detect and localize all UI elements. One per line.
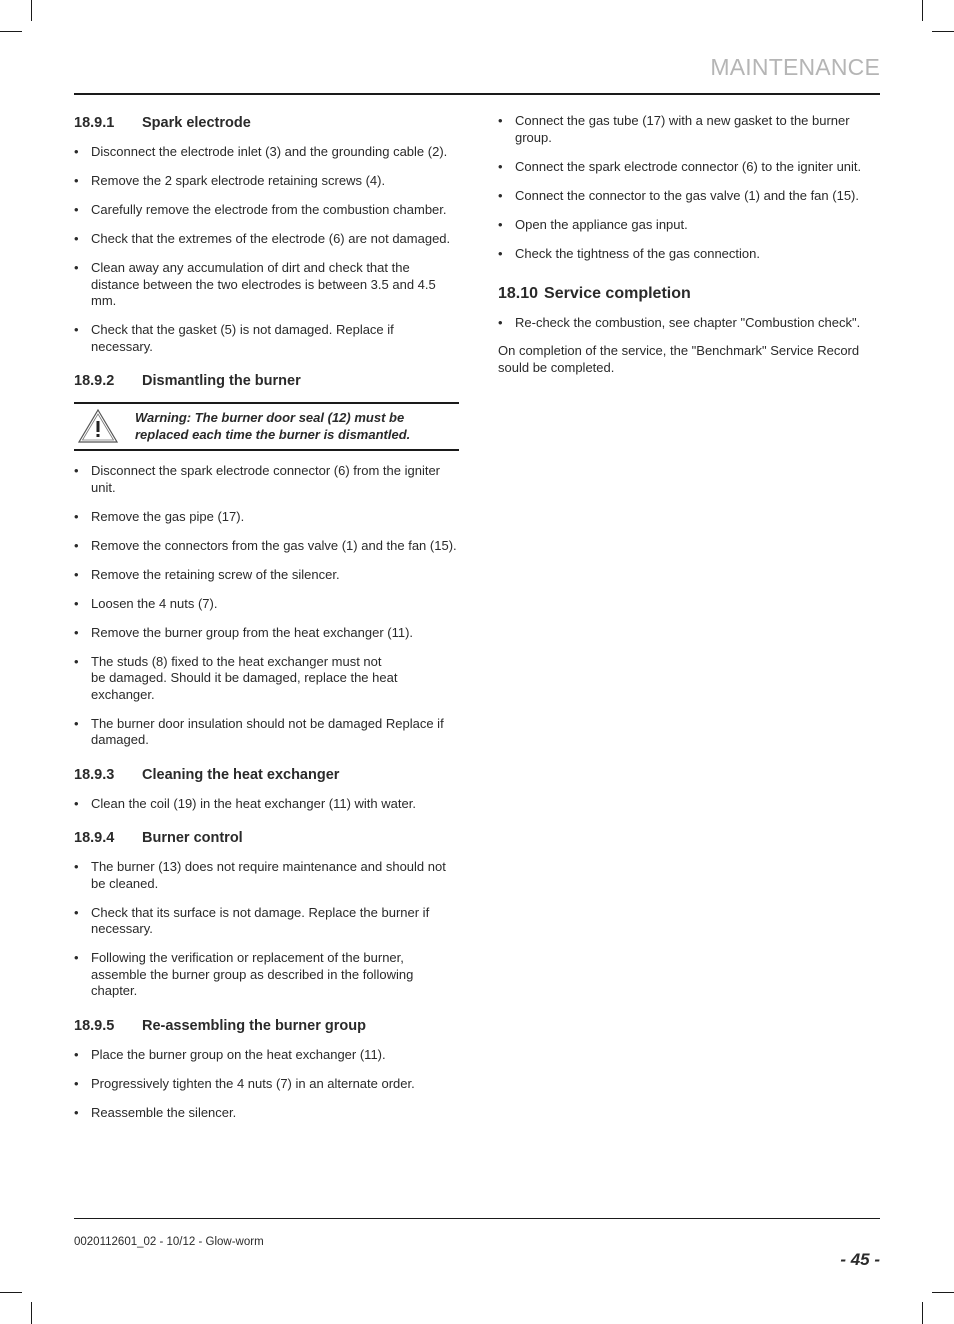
crop-mark bbox=[31, 1302, 32, 1324]
crop-mark bbox=[922, 0, 923, 21]
bullet-icon: • bbox=[498, 245, 503, 261]
bullet-icon: • bbox=[74, 653, 79, 669]
list-item: • Check that its surface is not damage. R… bbox=[74, 904, 430, 937]
bullet-list: • Clean the coil (19) in the heat exchang… bbox=[74, 796, 459, 813]
bullet-icon: • bbox=[74, 508, 79, 524]
bullet-icon: • bbox=[498, 158, 503, 174]
chapter-title: MAINTENANCE bbox=[710, 54, 880, 80]
list-item: • The studs (8) fixed to the heat exchang… bbox=[74, 653, 398, 702]
list-item: • Loosen the 4 nuts (7). bbox=[74, 595, 218, 611]
bullet-icon: • bbox=[74, 715, 79, 731]
bullet-list: • Disconnect the electrode inlet (3) and … bbox=[74, 144, 459, 355]
bullet-icon: • bbox=[74, 537, 79, 553]
bullet-icon: • bbox=[74, 144, 79, 159]
bullet-icon: • bbox=[498, 216, 503, 232]
bullet-icon: • bbox=[74, 1046, 79, 1062]
warning-triangle-icon bbox=[74, 408, 122, 444]
section-heading: 18.9.4 Burner control bbox=[74, 830, 243, 846]
bullet-icon: • bbox=[74, 566, 79, 582]
bullet-icon: • bbox=[74, 1075, 79, 1091]
list-item: • The burner (13) does not require mainte… bbox=[74, 859, 446, 891]
bullet-icon: • bbox=[74, 1104, 79, 1120]
crop-mark bbox=[0, 1292, 22, 1293]
list-item: • Disconnect the spark electrode connecto… bbox=[74, 463, 441, 495]
bullet-list: • Disconnect the spark electrode connecto… bbox=[74, 463, 459, 749]
bullet-icon: • bbox=[74, 202, 79, 217]
section-heading: 18.9.3 Cleaning the heat exchanger bbox=[74, 766, 340, 783]
crop-mark bbox=[932, 31, 954, 32]
bullet-icon: • bbox=[74, 463, 79, 478]
bullet-icon: • bbox=[498, 113, 503, 128]
warning-box: Warning: The burner door seal (12) must … bbox=[74, 402, 459, 451]
list-item: • Disconnect the electrode inlet (3) and … bbox=[74, 144, 448, 159]
list-item: • Carefully remove the electrode from the… bbox=[74, 202, 447, 217]
section-cleaning-heat-exchanger: 18.9.3 Cleaning the heat exchanger • Clean… bbox=[74, 766, 459, 813]
bullet-icon: • bbox=[74, 173, 79, 188]
list-item: • Check the tightness of the gas connecti… bbox=[498, 245, 760, 261]
section-heading: 18.9.2 Dismantling the burner bbox=[74, 373, 301, 389]
list-item: • Check that the gasket (5) is not damage… bbox=[74, 322, 394, 354]
list-item: • Remove the connectors from the gas valv… bbox=[74, 537, 457, 553]
completion-paragraph: On completion of the service, the "Bench… bbox=[498, 343, 860, 375]
section-heading: 18.9.5 Re-assembling the burner group bbox=[74, 1017, 366, 1034]
bullet-icon: • bbox=[74, 595, 79, 611]
footer-divider bbox=[74, 1218, 880, 1219]
section-service-completion: 18.10 Service completion • Re-check the co… bbox=[498, 284, 883, 376]
section-burner-control: 18.9.4 Burner control • The burner (13) do… bbox=[74, 829, 459, 1000]
bullet-icon: • bbox=[74, 950, 79, 965]
list-item: • Remove the retaining screw of the silen… bbox=[74, 566, 340, 582]
list-item: • Reassemble the silencer. bbox=[74, 1104, 237, 1120]
crop-mark bbox=[0, 31, 22, 32]
header-divider bbox=[74, 93, 880, 95]
section-heading: 18.9.1 Spark electrode bbox=[74, 115, 251, 131]
bullet-icon: • bbox=[74, 624, 79, 640]
section-dismantling-burner: 18.9.2 Dismantling the burner Warning: Th… bbox=[74, 372, 459, 749]
bullet-icon: • bbox=[74, 231, 79, 246]
section-spark-electrode: 18.9.1 Spark electrode • Disconnect the el… bbox=[74, 114, 459, 355]
bullet-icon: • bbox=[74, 859, 79, 874]
list-item: • Clean away any accumulation of dirt and… bbox=[74, 260, 436, 308]
list-item: • Re-check the combustion, see chapter "C… bbox=[498, 315, 861, 330]
bullet-icon: • bbox=[498, 187, 503, 203]
list-item: • Remove the gas pipe (17). bbox=[74, 508, 245, 524]
bullet-icon: • bbox=[74, 260, 79, 275]
list-item: • Following the verification or replaceme… bbox=[74, 950, 414, 998]
bullet-list: • Re-check the combustion, see chapter "C… bbox=[498, 315, 883, 332]
document-reference: 0020112601_02 - 10/12 - Glow-worm bbox=[74, 1236, 264, 1248]
right-column: • Connect the gas tube (17) with a new ga… bbox=[498, 113, 883, 376]
bullet-icon: • bbox=[74, 322, 79, 337]
crop-mark bbox=[922, 1302, 923, 1324]
list-item: • Clean the coil (19) in the heat exchang… bbox=[74, 795, 416, 811]
warning-text: Warning: The burner door seal (12) must … bbox=[135, 410, 411, 442]
bullet-list: • Connect the gas tube (17) with a new ga… bbox=[498, 113, 883, 262]
list-item: • Remove the burner group from the heat e… bbox=[74, 624, 414, 640]
crop-mark bbox=[932, 1292, 954, 1293]
bullet-list: • The burner (13) does not require mainte… bbox=[74, 859, 459, 1000]
list-item: • Connect the gas tube (17) with a new ga… bbox=[498, 113, 850, 145]
section-reassembling-burner: 18.9.5 Re-assembling the burner group • Pl… bbox=[74, 1017, 459, 1122]
bullet-icon: • bbox=[74, 795, 79, 811]
section-heading: 18.10 Service completion bbox=[498, 285, 691, 302]
bullet-list: • Place the burner group on the heat exch… bbox=[74, 1047, 459, 1122]
list-item: • Check that the extremes of the electrod… bbox=[74, 231, 451, 246]
list-item: • Connect the connector to the gas valve … bbox=[498, 187, 859, 203]
list-item: • The burner door insulation should not b… bbox=[74, 715, 444, 748]
left-column: 18.9.1 Spark electrode • Disconnect the el… bbox=[74, 106, 459, 1134]
bullet-icon: • bbox=[74, 904, 79, 920]
list-item: • Progressively tighten the 4 nuts (7) in… bbox=[74, 1075, 415, 1091]
list-item: • Remove the 2 spark electrode retaining … bbox=[74, 173, 386, 188]
page-number: - 45 - bbox=[840, 1250, 880, 1269]
list-item: • Connect the spark electrode connector (… bbox=[498, 158, 862, 174]
list-item: • Open the appliance gas input. bbox=[498, 216, 688, 232]
crop-mark bbox=[31, 0, 32, 21]
list-item: • Place the burner group on the heat exch… bbox=[74, 1046, 386, 1062]
bullet-icon: • bbox=[498, 315, 503, 330]
